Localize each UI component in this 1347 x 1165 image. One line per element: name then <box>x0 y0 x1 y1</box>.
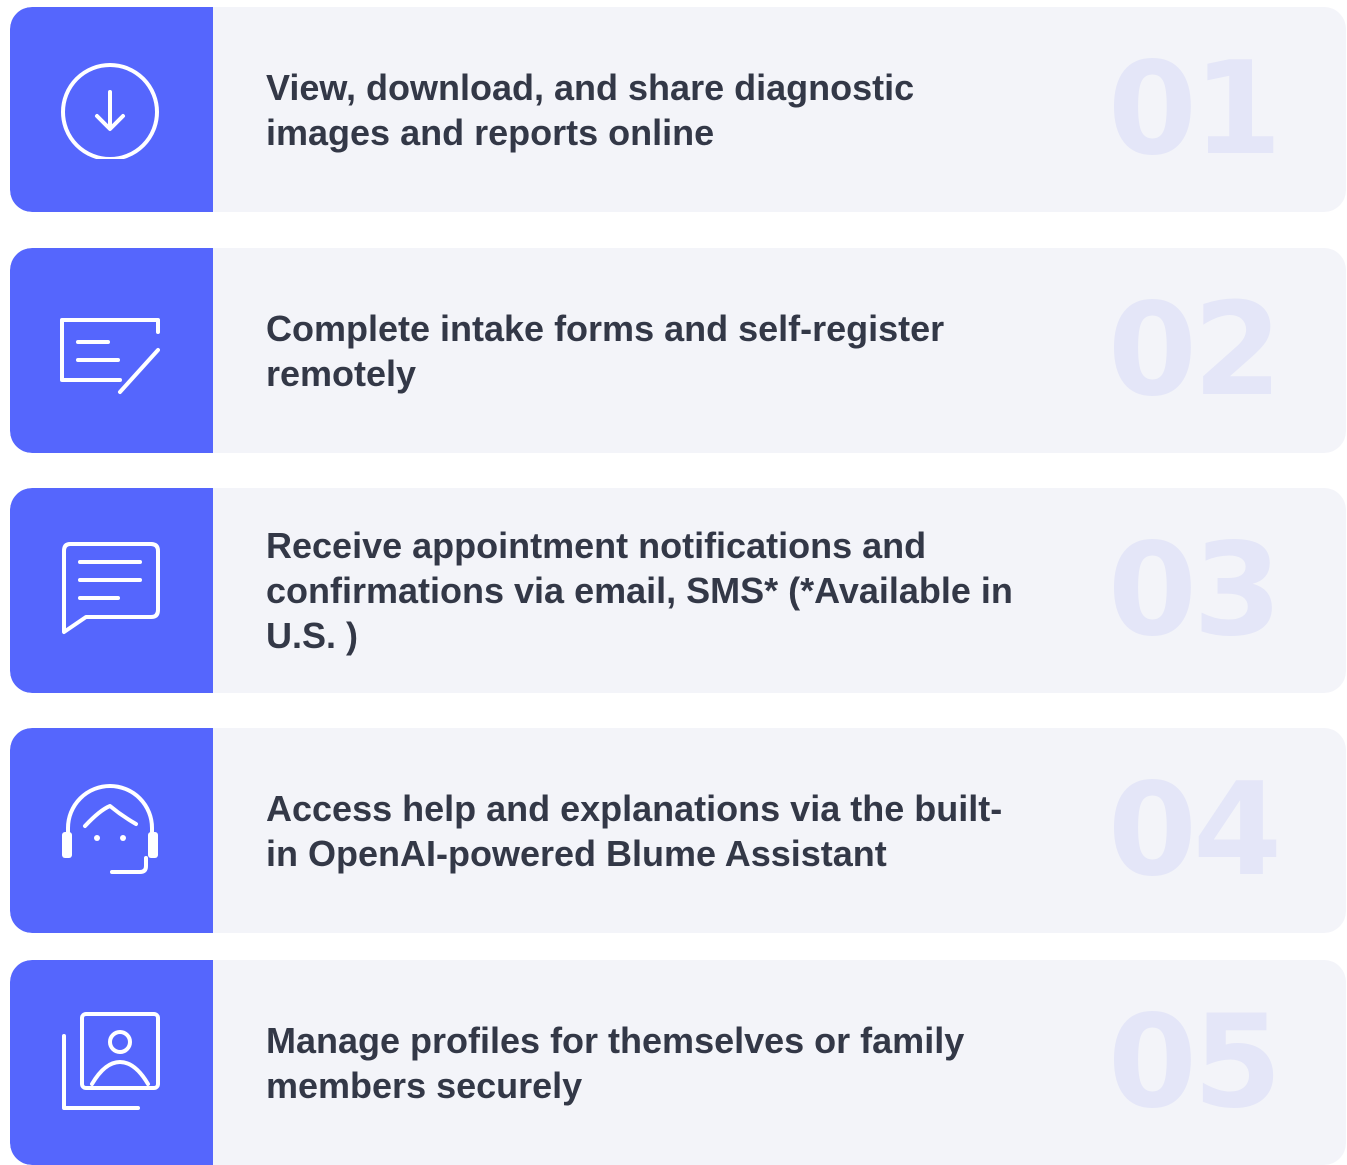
feature-text: Receive appointment notifications and co… <box>266 525 1013 656</box>
feature-card-assistant: Access help and explanations via the bui… <box>10 728 1346 933</box>
feature-text: Manage profiles for themselves or family… <box>266 1019 965 1106</box>
feature-text: Complete intake forms and self-register … <box>266 307 945 394</box>
assistant-headset-icon <box>62 784 158 874</box>
icon-panel <box>10 7 213 212</box>
edit-form-icon <box>60 318 160 394</box>
feature-card-intake-forms: Complete intake forms and self-register … <box>10 248 1346 453</box>
feature-card-notifications: Receive appointment notifications and co… <box>10 488 1346 693</box>
feature-text: View, download, and share diagnostic ima… <box>266 66 915 153</box>
profile-icon <box>62 1012 160 1110</box>
feature-card-profiles: Manage profiles for themselves or family… <box>10 960 1346 1165</box>
download-icon <box>61 63 159 159</box>
icon-panel <box>10 488 213 693</box>
feature-number: 01 <box>1107 35 1282 184</box>
feature-number: 05 <box>1107 988 1282 1137</box>
feature-card-download: View, download, and share diagnostic ima… <box>10 7 1346 212</box>
feature-number: 02 <box>1107 276 1282 425</box>
icon-panel <box>10 728 213 933</box>
message-icon <box>62 542 160 634</box>
feature-text: Access help and explanations via the bui… <box>266 787 1003 874</box>
feature-number: 04 <box>1107 756 1282 905</box>
icon-panel <box>10 960 213 1165</box>
icon-panel <box>10 248 213 453</box>
feature-number: 03 <box>1107 516 1282 665</box>
